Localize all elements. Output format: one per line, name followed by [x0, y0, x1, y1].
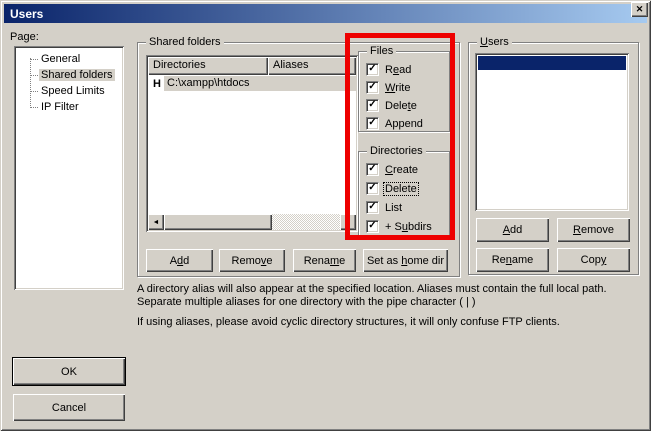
- page-item-label: General: [39, 53, 82, 65]
- checkbox-label: Read: [384, 64, 412, 76]
- cancel-label: Cancel: [52, 402, 86, 414]
- column-header-directories[interactable]: Directories: [148, 57, 268, 75]
- check-icon: ✓: [368, 183, 376, 193]
- listview-header: Directories Aliases: [148, 57, 356, 75]
- rename-directory-button[interactable]: Rename: [293, 249, 356, 272]
- scroll-left-icon: ◄: [153, 219, 160, 226]
- checkbox-delete-file[interactable]: ✓ Delete: [366, 99, 418, 112]
- users-dialog: Users ✕ Page: General Shared folders Spe…: [0, 0, 651, 431]
- page-item-label: IP Filter: [39, 101, 81, 113]
- close-button[interactable]: ✕: [631, 2, 648, 17]
- column-header-aliases[interactable]: Aliases: [268, 57, 356, 75]
- checkbox-box[interactable]: ✓: [366, 220, 379, 233]
- remove-user-button[interactable]: Remove: [557, 218, 630, 242]
- scrollbar-thumb[interactable]: [164, 214, 272, 230]
- checkbox-box[interactable]: ✓: [366, 201, 379, 214]
- check-icon: ✓: [368, 118, 376, 128]
- title-bar[interactable]: Users: [4, 4, 647, 23]
- scroll-right-button[interactable]: ►: [340, 214, 356, 230]
- files-group-label: Files: [367, 45, 396, 57]
- users-group-label: Users: [477, 36, 512, 48]
- page-item-shared-folders[interactable]: Shared folders: [14, 67, 124, 83]
- user-item-john[interactable]: john: [478, 56, 626, 70]
- check-icon: ✓: [368, 164, 376, 174]
- horizontal-scrollbar[interactable]: ◄ ►: [148, 214, 356, 230]
- table-row[interactable]: H C:\xampp\htdocs: [148, 76, 356, 91]
- scroll-right-icon: ►: [345, 219, 352, 226]
- window-title: Users: [10, 7, 43, 21]
- add-directory-button[interactable]: Add: [146, 249, 213, 272]
- checkbox-label: Write: [384, 82, 411, 94]
- files-group: Files ✓ Read ✓ Write ✓ Delete ✓ Append: [358, 51, 450, 132]
- page-item-speed-limits[interactable]: Speed Limits: [14, 83, 124, 99]
- checkbox-label: Create: [384, 164, 419, 176]
- page-item-general[interactable]: General: [14, 51, 124, 67]
- users-group: Users john Add Remove Rename Copy: [468, 42, 639, 275]
- alias-help-paragraph-1: A directory alias will also appear at th…: [137, 283, 635, 309]
- checkbox-label: Delete: [384, 183, 418, 195]
- set-as-home-dir-button[interactable]: Set as home dir: [363, 249, 448, 272]
- page-label: Page:: [10, 31, 39, 43]
- checkbox-label: + Subdirs: [384, 221, 433, 233]
- checkbox-subdirs[interactable]: ✓ + Subdirs: [366, 220, 433, 233]
- checkbox-box[interactable]: ✓: [366, 81, 379, 94]
- check-icon: ✓: [368, 82, 376, 92]
- ok-button[interactable]: OK: [13, 358, 125, 385]
- scroll-left-button[interactable]: ◄: [148, 214, 164, 230]
- checkbox-box[interactable]: ✓: [366, 63, 379, 76]
- check-icon: ✓: [368, 100, 376, 110]
- checkbox-create[interactable]: ✓ Create: [366, 163, 419, 176]
- close-icon: ✕: [636, 4, 644, 15]
- checkbox-box[interactable]: ✓: [366, 163, 379, 176]
- shared-folders-group-label: Shared folders: [146, 36, 224, 48]
- page-list[interactable]: General Shared folders Speed Limits IP F…: [14, 46, 124, 290]
- alias-help-text: A directory alias will also appear at th…: [137, 283, 635, 336]
- directories-group: Directories ✓ Create ✓ Delete ✓ List ✓ +…: [358, 151, 450, 237]
- rename-user-button[interactable]: Rename: [476, 248, 549, 272]
- checkbox-label: Append: [384, 118, 424, 130]
- checkbox-read[interactable]: ✓ Read: [366, 63, 412, 76]
- users-list[interactable]: john: [475, 53, 629, 211]
- checkbox-append[interactable]: ✓ Append: [366, 117, 424, 130]
- page-item-label: Shared folders: [39, 69, 115, 81]
- copy-user-button[interactable]: Copy: [557, 248, 630, 272]
- checkbox-box[interactable]: ✓: [366, 117, 379, 130]
- check-icon: ✓: [368, 202, 376, 212]
- directories-listview[interactable]: Directories Aliases H C:\xampp\htdocs ◄ …: [146, 55, 358, 232]
- page-item-label: Speed Limits: [39, 85, 107, 97]
- checkbox-box[interactable]: ✓: [366, 182, 379, 195]
- add-user-button[interactable]: Add: [476, 218, 549, 242]
- checkbox-label: List: [384, 202, 403, 214]
- directory-path: C:\xampp\htdocs: [164, 76, 356, 91]
- user-name: john: [504, 71, 525, 83]
- checkbox-write[interactable]: ✓ Write: [366, 81, 411, 94]
- alias-help-paragraph-2: If using aliases, please avoid cyclic di…: [137, 316, 635, 329]
- checkbox-list[interactable]: ✓ List: [366, 201, 403, 214]
- directories-group-label: Directories: [367, 145, 426, 157]
- checkbox-label: Delete: [384, 100, 418, 112]
- check-icon: ✓: [368, 64, 376, 74]
- checkbox-delete-dir[interactable]: ✓ Delete: [366, 182, 418, 195]
- cancel-button[interactable]: Cancel: [13, 394, 125, 421]
- remove-directory-button[interactable]: Remove: [219, 249, 285, 272]
- check-icon: ✓: [368, 221, 376, 231]
- home-flag: H: [148, 78, 164, 90]
- scrollbar-track[interactable]: [272, 214, 340, 230]
- checkbox-box[interactable]: ✓: [366, 99, 379, 112]
- ok-label: OK: [61, 366, 77, 378]
- page-item-ip-filter[interactable]: IP Filter: [14, 99, 124, 115]
